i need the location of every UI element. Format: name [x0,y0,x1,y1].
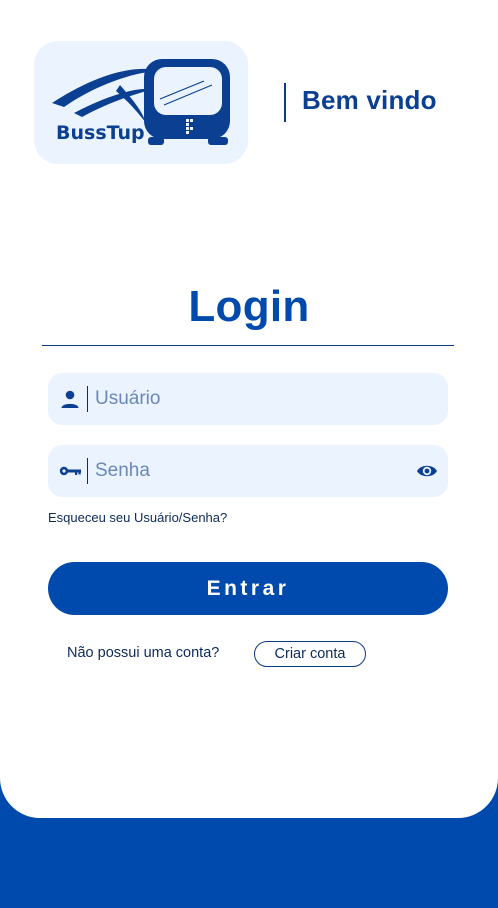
username-field [48,373,448,425]
header: BussTup Bem vindo [34,41,464,164]
login-submit-button[interactable]: Entrar [48,562,448,615]
key-icon [59,466,81,476]
busstup-logo: BussTup [34,41,248,164]
password-input[interactable] [95,445,395,497]
login-card: BussTup Bem vindo Login Esqueceu [0,0,498,818]
signup-prompt: Não possui uma conta? [67,645,220,661]
field-separator [87,386,88,412]
welcome-heading: Bem vindo [302,85,437,115]
field-separator [87,458,88,484]
password-field [48,445,448,497]
svg-text:BussTup: BussTup [56,122,145,144]
eye-icon[interactable] [416,461,438,481]
bus-logo-icon: BussTup [52,59,230,145]
create-account-button[interactable]: Criar conta [254,641,366,667]
username-input[interactable] [95,373,395,425]
login-title: Login [188,282,310,331]
signup-row: Não possui uma conta? Criar conta [67,641,407,667]
header-divider [284,83,286,122]
title-underline [42,345,454,346]
forgot-credentials-link[interactable]: Esqueceu seu Usuário/Senha? [48,510,227,525]
user-icon [61,390,79,408]
